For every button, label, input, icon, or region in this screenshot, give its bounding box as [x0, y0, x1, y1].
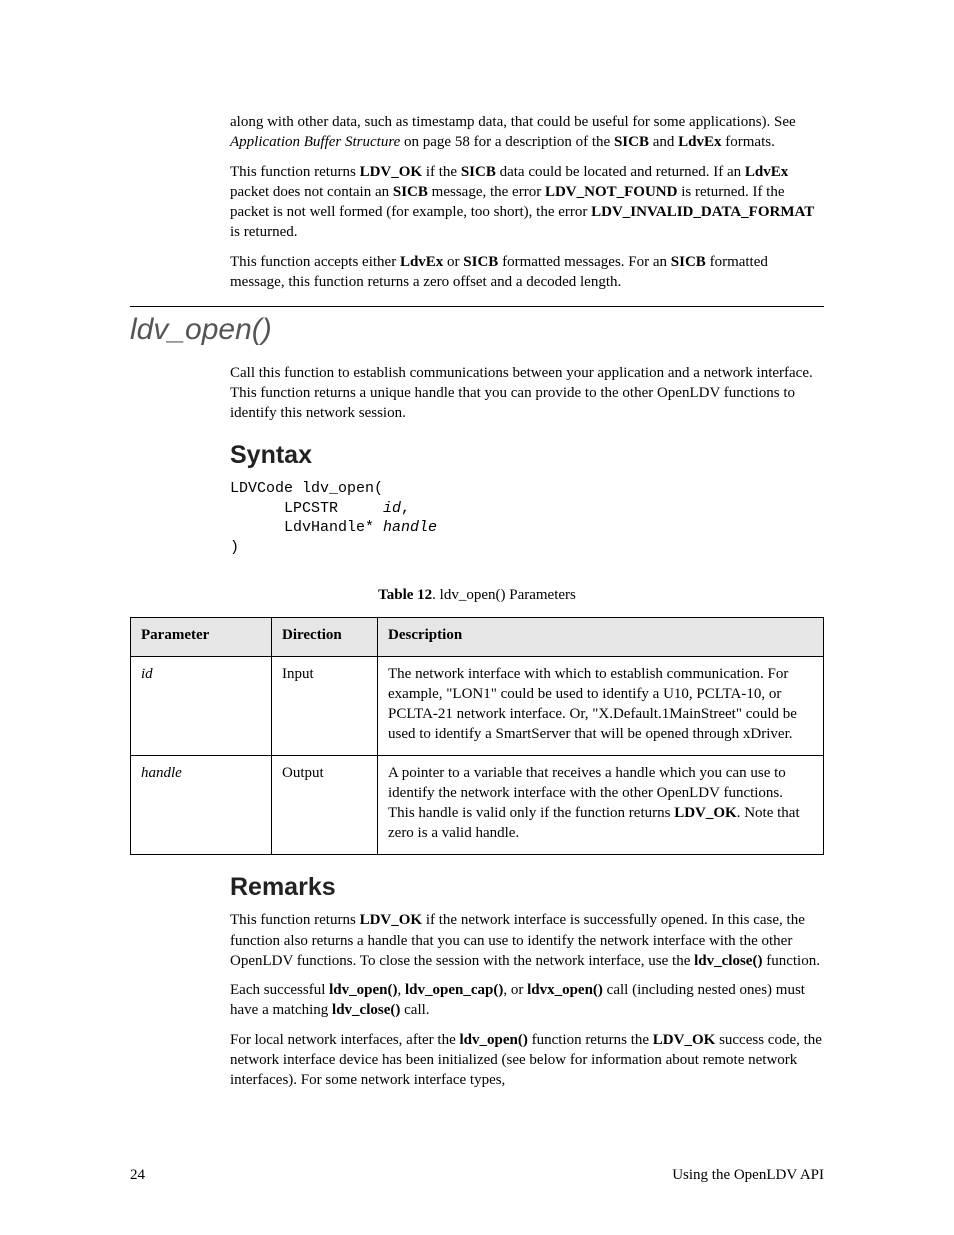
table-caption: Table 12. ldv_open() Parameters: [130, 585, 824, 605]
cell-param: id: [131, 656, 272, 755]
remarks-block: Remarks This function returns LDV_OK if …: [230, 871, 824, 1091]
cell-param: handle: [131, 755, 272, 854]
cell-description: The network interface with which to esta…: [378, 656, 824, 755]
syntax-code: LDVCode ldv_open( LPCSTR id, LdvHandle* …: [230, 479, 824, 557]
intro-block: along with other data, such as timestamp…: [230, 112, 824, 292]
section-title: ldv_open(): [130, 306, 824, 351]
cell-description: A pointer to a variable that receives a …: [378, 755, 824, 854]
table-row: id Input The network interface with whic…: [131, 656, 824, 755]
cell-direction: Output: [272, 755, 378, 854]
remarks-para-2: Each successful ldv_open(), ldv_open_cap…: [230, 980, 824, 1021]
remarks-para-3: For local network interfaces, after the …: [230, 1030, 824, 1091]
remarks-para-1: This function returns LDV_OK if the netw…: [230, 910, 824, 971]
intro-para-3: This function accepts either LdvEx or SI…: [230, 252, 824, 293]
page-footer: 24 Using the OpenLDV API: [130, 1165, 824, 1185]
table-header-row: Parameter Direction Description: [131, 618, 824, 656]
book-title: Using the OpenLDV API: [672, 1165, 824, 1185]
syntax-heading: Syntax: [230, 439, 824, 473]
page: along with other data, such as timestamp…: [0, 0, 954, 1235]
parameters-table: Parameter Direction Description id Input…: [130, 617, 824, 854]
remarks-heading: Remarks: [230, 871, 824, 905]
section-desc: Call this function to establish communic…: [230, 363, 824, 424]
intro-para-1: along with other data, such as timestamp…: [230, 112, 824, 153]
section-intro: Call this function to establish communic…: [230, 363, 824, 558]
table-row: handle Output A pointer to a variable th…: [131, 755, 824, 854]
page-number: 24: [130, 1165, 145, 1185]
col-header-description: Description: [378, 618, 824, 656]
cell-direction: Input: [272, 656, 378, 755]
col-header-parameter: Parameter: [131, 618, 272, 656]
col-header-direction: Direction: [272, 618, 378, 656]
intro-para-2: This function returns LDV_OK if the SICB…: [230, 162, 824, 243]
